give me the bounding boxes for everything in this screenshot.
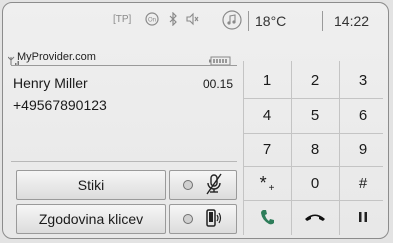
status-separator bbox=[248, 11, 249, 31]
keypad-key-6[interactable]: 6 bbox=[340, 100, 386, 130]
phone-accept-icon bbox=[244, 202, 290, 232]
call-history-button[interactable]: Zgodovina klicev bbox=[16, 204, 166, 234]
hold-call-button[interactable] bbox=[340, 202, 386, 232]
plus-symbol: + bbox=[268, 182, 275, 194]
keypad-key-7[interactable]: 7 bbox=[244, 134, 290, 164]
keypad-key-2[interactable]: 2 bbox=[292, 65, 338, 95]
keypad-grid-line bbox=[243, 166, 383, 167]
battery-icon bbox=[209, 53, 231, 71]
keypad-key-3[interactable]: 3 bbox=[340, 65, 386, 95]
favorites-button[interactable]: Stiki bbox=[16, 170, 166, 200]
keypad-key-8[interactable]: 8 bbox=[292, 134, 338, 164]
provider-name: MyProvider.com bbox=[17, 51, 96, 63]
clock: 14:22 bbox=[334, 13, 370, 29]
call-history-label: Zgodovina klicev bbox=[38, 211, 144, 227]
keypad-key-1[interactable]: 1 bbox=[244, 65, 290, 95]
accept-call-button[interactable] bbox=[244, 202, 290, 232]
tp-indicator: [TP] bbox=[113, 14, 132, 25]
keypad-key-4[interactable]: 4 bbox=[244, 100, 290, 130]
keypad-grid-line bbox=[243, 200, 383, 201]
mute-speaker-icon bbox=[185, 12, 199, 26]
microphone-muted-icon bbox=[205, 173, 223, 198]
keypad-key-hash[interactable]: # bbox=[340, 168, 386, 198]
caller-number: +49567890123 bbox=[13, 97, 107, 113]
favorites-label: Stiki bbox=[77, 177, 105, 193]
music-note-icon[interactable] bbox=[222, 10, 242, 30]
provider-divider bbox=[11, 65, 237, 66]
panel-divider bbox=[11, 161, 237, 162]
status-separator bbox=[322, 11, 323, 31]
temperature: 18°C bbox=[255, 13, 287, 29]
onstar-icon: On bbox=[145, 12, 159, 26]
phone-audio-icon bbox=[205, 208, 223, 231]
toggle-indicator-dot bbox=[183, 180, 193, 190]
keypad-key-star[interactable]: * + bbox=[244, 168, 290, 198]
star-symbol: * bbox=[259, 172, 267, 193]
end-call-button[interactable] bbox=[292, 202, 338, 232]
toggle-indicator-dot bbox=[183, 214, 193, 224]
svg-text:On: On bbox=[148, 18, 156, 24]
keypad-key-9[interactable]: 9 bbox=[340, 134, 386, 164]
screen-frame: [TP] On 18°C 14:22 MyProvider.com Henry … bbox=[2, 2, 389, 239]
keypad-grid-line bbox=[243, 98, 383, 99]
handset-audio-button[interactable] bbox=[169, 204, 237, 234]
keypad-key-0[interactable]: 0 bbox=[292, 168, 338, 198]
call-duration: 00.15 bbox=[203, 77, 234, 91]
keypad-key-5[interactable]: 5 bbox=[292, 100, 338, 130]
pause-icon bbox=[340, 202, 386, 232]
bluetooth-icon bbox=[168, 12, 178, 26]
phone-hangup-icon bbox=[292, 202, 338, 232]
mute-microphone-button[interactable] bbox=[169, 170, 237, 200]
caller-name: Henry Miller bbox=[13, 75, 88, 91]
status-bar: [TP] On 18°C 14:22 bbox=[3, 3, 390, 39]
